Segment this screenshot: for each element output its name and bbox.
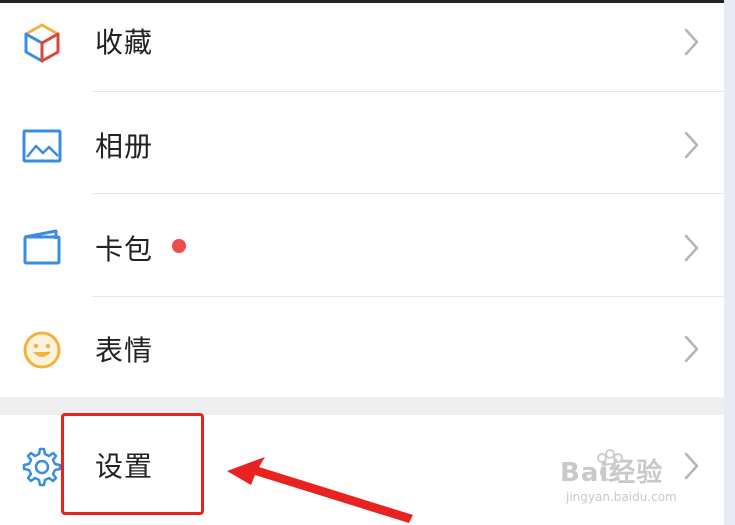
chevron-right-icon: [684, 28, 699, 56]
divider: [93, 193, 724, 194]
menu-item-label: 表情: [95, 334, 154, 367]
card-wallet-icon: [23, 229, 61, 265]
smiley-icon: [23, 331, 61, 369]
menu-item-favorites[interactable]: 收藏: [0, 3, 724, 105]
menu-item-album[interactable]: 相册: [0, 93, 724, 195]
chevron-right-icon: [684, 234, 699, 262]
menu-item-label: 卡包: [95, 233, 154, 266]
watermark: Bai经验 jingyan.baidu.com: [560, 452, 677, 504]
pointer-arrow: [227, 457, 413, 523]
highlight-box: [61, 413, 204, 515]
menu-item-card-wallet[interactable]: 卡包: [0, 195, 724, 297]
menu-item-label: 收藏: [95, 26, 154, 59]
gear-icon: [22, 447, 62, 487]
menu-item-label: 相册: [95, 130, 154, 163]
chevron-right-icon: [684, 452, 699, 480]
picture-album-icon: [22, 129, 62, 163]
menu-item-stickers[interactable]: 表情: [0, 296, 724, 398]
watermark-url: jingyan.baidu.com: [566, 490, 677, 504]
chevron-right-icon: [684, 335, 699, 363]
menu-group-main: 收藏 相册 卡包 表情: [0, 3, 724, 397]
scroll-edge: [724, 0, 735, 525]
notification-dot: [172, 239, 186, 253]
watermark-brand: Bai经验: [560, 458, 664, 488]
chevron-right-icon: [684, 131, 699, 159]
cube-favorites-icon: [24, 23, 60, 63]
divider: [93, 91, 724, 92]
